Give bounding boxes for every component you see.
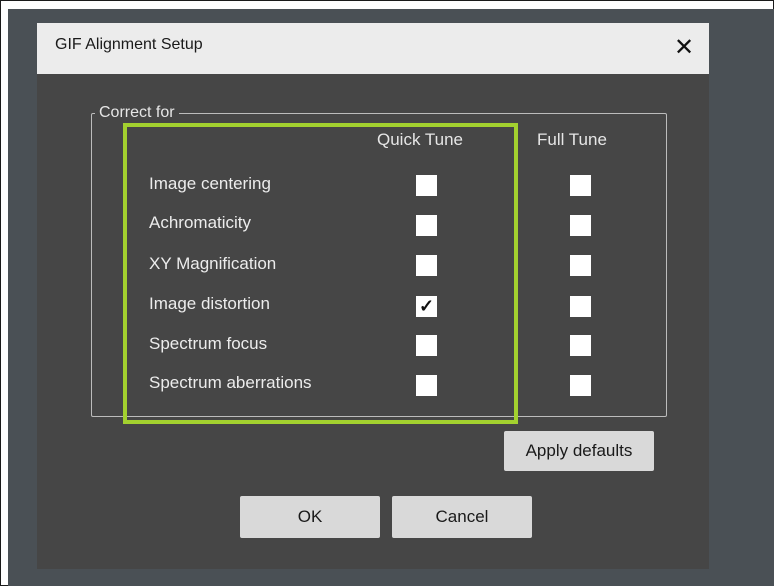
quick-tune-spectrum-aberrations-checkbox[interactable] [416,375,437,396]
dialog-titlebar: GIF Alignment Setup ✕ [37,23,709,74]
ok-button[interactable]: OK [240,496,380,538]
row-label-spectrum-focus: Spectrum focus [149,334,268,353]
checkmark-icon [416,175,437,196]
checkmark-icon [416,375,437,396]
full-tune-image-centering-checkbox[interactable] [570,175,591,196]
quick-tune-image-centering-checkbox[interactable] [416,175,437,196]
full-tune-header: Full Tune [537,130,607,149]
gif-alignment-dialog: GIF Alignment Setup ✕ Correct for Quick … [37,23,709,569]
row-label-image-distortion: Image distortion [149,294,270,313]
checkmark-icon [416,255,437,276]
quick-tune-spectrum-focus-checkbox[interactable] [416,335,437,356]
full-tune-image-distortion-checkbox[interactable] [570,296,591,317]
full-tune-spectrum-aberrations-checkbox[interactable] [570,375,591,396]
row-label-spectrum-aberrations: Spectrum aberrations [149,373,312,392]
quick-tune-xy-magnification-checkbox[interactable] [416,255,437,276]
checkmark-icon [416,335,437,356]
checkmark-icon [570,175,591,196]
row-label-image-centering: Image centering [149,174,271,193]
quick-tune-header: Quick Tune [377,130,463,149]
checkmark-icon [570,335,591,356]
correct-for-legend: Correct for [95,104,179,122]
checkmark-icon: ✓ [418,296,435,316]
checkmark-icon [570,375,591,396]
row-label-achromaticity: Achromaticity [149,213,252,232]
checkmark-icon [570,255,591,276]
full-tune-spectrum-focus-checkbox[interactable] [570,335,591,356]
close-icon[interactable]: ✕ [671,35,697,61]
checkmark-icon [416,215,437,236]
quick-tune-achromaticity-checkbox[interactable] [416,215,437,236]
quick-tune-image-distortion-checkbox[interactable]: ✓ [416,296,437,317]
row-label-xy-magnification: XY Magnification [149,254,277,273]
dialog-title: GIF Alignment Setup [55,36,203,53]
checkmark-icon [570,296,591,317]
checkmark-icon [570,215,591,236]
full-tune-achromaticity-checkbox[interactable] [570,215,591,236]
apply-defaults-button[interactable]: Apply defaults [504,431,654,471]
cancel-button[interactable]: Cancel [392,496,532,538]
full-tune-xy-magnification-checkbox[interactable] [570,255,591,276]
